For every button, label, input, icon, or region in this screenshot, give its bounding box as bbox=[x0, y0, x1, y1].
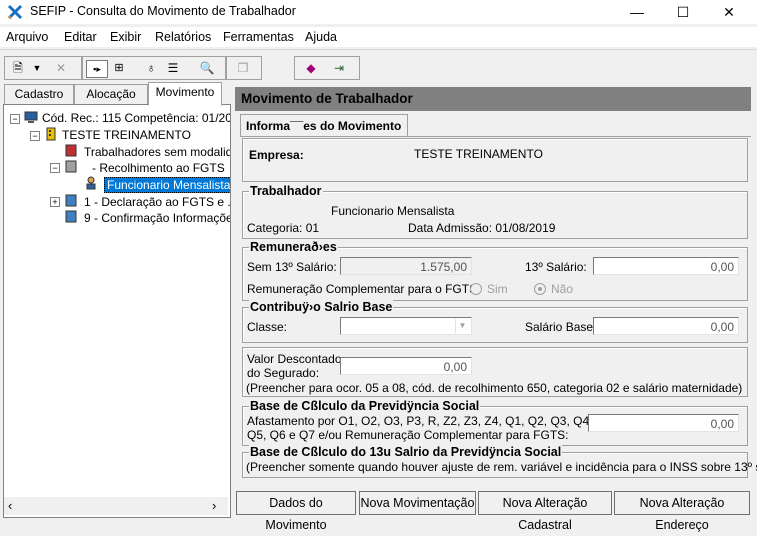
delete-icon[interactable]: ✕ bbox=[51, 60, 71, 76]
scroll-left-icon[interactable]: ‹ bbox=[8, 498, 12, 513]
panel-header-title: Movimento de Trabalhador bbox=[241, 91, 413, 106]
eraser-icon[interactable]: ◆ bbox=[301, 60, 321, 76]
view-tree-icon[interactable]: ⊞ bbox=[109, 60, 129, 76]
tab-informacoes[interactable]: Informa¯¯es do Movimento bbox=[240, 114, 408, 137]
tree-company-label[interactable]: TESTE TREINAMENTO bbox=[62, 128, 191, 142]
nova-alteracao-cadastral-button[interactable]: Nova Alteração Cadastral bbox=[478, 491, 612, 532]
s13-label: 13º Salário: bbox=[525, 260, 587, 274]
radio-nao[interactable] bbox=[534, 283, 546, 295]
tree-item-trabalhadores[interactable]: Trabalhadores sem modalid bbox=[84, 145, 230, 159]
sem13-input[interactable]: 1.575,00 bbox=[340, 257, 472, 275]
tree-item-confirmacao[interactable]: 9 - Confirmação Informaçõe bbox=[84, 211, 230, 225]
menu-relatorios[interactable]: Relatórios bbox=[155, 30, 211, 44]
details-list-icon[interactable]: ☰ bbox=[163, 60, 183, 76]
base-previdencia-title: Base de Cßlculo da Previdÿncia Social bbox=[249, 399, 481, 413]
dados-movimento-button[interactable]: Dados do Movimento bbox=[236, 491, 356, 532]
minimize-button[interactable]: — bbox=[614, 0, 660, 24]
divider bbox=[240, 136, 751, 137]
window-title: SEFIP - Consulta do Movimento de Trabalh… bbox=[30, 4, 296, 18]
nova-alteracao-endereco-button[interactable]: Nova Alteração Endereço bbox=[614, 491, 750, 532]
base-previdencia-text-2: Q5, Q6 e Q7 e/ou Remuneração Complementa… bbox=[247, 428, 569, 442]
tab-cadastro[interactable]: Cadastro bbox=[4, 84, 74, 105]
remcomp-label: Remuneração Complementar para o FGTS: bbox=[247, 282, 481, 296]
scroll-right-icon[interactable]: › bbox=[212, 498, 216, 513]
radio-nao-label: Não bbox=[551, 282, 574, 296]
close-button[interactable]: ✕ bbox=[706, 0, 752, 24]
cube-icon[interactable]: ❒ bbox=[233, 60, 253, 76]
classe-label: Classe: bbox=[247, 320, 288, 334]
empresa-value: TESTE TREINAMENTO bbox=[414, 147, 543, 161]
contribuicao-title: Contribuÿ›o Salrio Base bbox=[249, 300, 394, 314]
folder-red-icon bbox=[65, 144, 77, 157]
valdesc-label-1: Valor Descontado bbox=[247, 352, 342, 366]
remuneracoes-title: Remunerað›es bbox=[249, 240, 338, 254]
sem13-label: Sem 13º Salário: bbox=[247, 260, 337, 274]
computer-icon bbox=[24, 111, 38, 123]
nova-movimentacao-button[interactable]: Nova Movimentação bbox=[359, 491, 476, 515]
categoria-label: Categoria: 01 bbox=[247, 221, 320, 235]
exit-icon[interactable]: ⇥ bbox=[329, 60, 349, 76]
tree-item-declaracao[interactable]: 1 - Declaração ao FGTS e ... bbox=[84, 195, 230, 209]
maximize-button[interactable]: ☐ bbox=[660, 0, 706, 24]
menu-arquivo[interactable]: Arquivo bbox=[6, 30, 48, 44]
classe-select[interactable]: ▼ bbox=[340, 317, 472, 335]
dropdown-arrow-icon[interactable]: ▼ bbox=[27, 60, 47, 76]
valdesc-note: (Preencher para ocor. 05 a 08, cód. de r… bbox=[246, 381, 743, 395]
valdesc-input[interactable]: 0,00 bbox=[340, 357, 472, 375]
empresa-label: Empresa: bbox=[249, 148, 304, 162]
collapse-icon[interactable]: − bbox=[50, 163, 60, 173]
s13-input[interactable]: 0,00 bbox=[593, 257, 739, 275]
menu-exibir[interactable]: Exibir bbox=[110, 30, 141, 44]
tab-alocacao[interactable]: Alocação bbox=[74, 84, 148, 105]
salbase-label: Salário Base: bbox=[525, 320, 597, 334]
chevron-down-icon[interactable]: ▼ bbox=[455, 319, 469, 333]
trabalhador-name: Funcionario Mensalista bbox=[331, 204, 455, 218]
title-bar: SEFIP - Consulta do Movimento de Trabalh… bbox=[0, 0, 757, 24]
horizontal-scrollbar[interactable]: ‹ › bbox=[4, 497, 228, 515]
toolbar: 🗎 ▼ ✕ ▪▸ ⊞ ♁ ☰ 🔍 ❒ ◆ ⇥ bbox=[0, 49, 757, 84]
view-list-icon[interactable]: ▪▸ bbox=[86, 60, 108, 78]
toolbar-group-view: ▪▸ ⊞ ♁ ☰ 🔍 bbox=[82, 56, 226, 80]
trabalhador-title: Trabalhador bbox=[249, 184, 323, 198]
tab-informacoes-label: Informa¯¯es do Movimento bbox=[246, 119, 402, 133]
menu-bar: Arquivo Editar Exibir Relatórios Ferrame… bbox=[0, 27, 757, 47]
base-13-title: Base de Cßlculo do 13u Salrio da Previdÿ… bbox=[249, 445, 563, 459]
collapse-icon[interactable]: − bbox=[30, 131, 40, 141]
salbase-input[interactable]: 0,00 bbox=[593, 317, 739, 335]
toolbar-group-file: 🗎 ▼ ✕ bbox=[4, 56, 82, 80]
tree-item-funcionario-selected[interactable]: Funcionario Mensalista bbox=[104, 177, 230, 193]
folder-blue-icon bbox=[65, 194, 77, 207]
app-icon bbox=[7, 4, 23, 20]
base-13-text: (Preencher somente quando houver ajuste … bbox=[246, 460, 757, 474]
building-icon bbox=[46, 127, 56, 141]
toolbar-group-export: ❒ bbox=[226, 56, 262, 80]
expand-icon[interactable]: + bbox=[50, 197, 60, 207]
hierarchy-icon[interactable]: ♁ bbox=[141, 60, 161, 76]
collapse-icon[interactable]: − bbox=[10, 114, 20, 124]
base-previdencia-text-1: Afastamento por O1, O2, O3, P3, R, Z2, Z… bbox=[247, 414, 593, 428]
tree-root-label[interactable]: Cód. Rec.: 115 Competência: 01/20 bbox=[42, 111, 230, 125]
person-icon bbox=[86, 176, 96, 190]
new-document-icon[interactable]: 🗎 bbox=[8, 60, 28, 76]
panel-header: Movimento de Trabalhador bbox=[235, 87, 751, 111]
tab-movimento[interactable]: Movimento bbox=[148, 82, 222, 106]
base-previdencia-input[interactable]: 0,00 bbox=[588, 414, 739, 432]
menu-editar[interactable]: Editar bbox=[64, 30, 97, 44]
folder-gray-icon bbox=[65, 160, 77, 173]
admissao-label: Data Admissão: 01/08/2019 bbox=[408, 221, 556, 235]
folder-blue-icon bbox=[65, 210, 77, 223]
menu-ajuda[interactable]: Ajuda bbox=[305, 30, 337, 44]
tree-item-recolhimento[interactable]: - Recolhimento ao FGTS bbox=[92, 161, 225, 175]
menu-ferramentas[interactable]: Ferramentas bbox=[223, 30, 294, 44]
radio-sim-label: Sim bbox=[487, 282, 508, 296]
find-icon[interactable]: 🔍 bbox=[197, 60, 217, 76]
tree-view[interactable]: − Cód. Rec.: 115 Competência: 01/20 − TE… bbox=[3, 104, 231, 518]
toolbar-group-tools: ◆ ⇥ bbox=[294, 56, 360, 80]
radio-sim[interactable] bbox=[470, 283, 482, 295]
valdesc-label-2: do Segurado: bbox=[247, 366, 320, 380]
